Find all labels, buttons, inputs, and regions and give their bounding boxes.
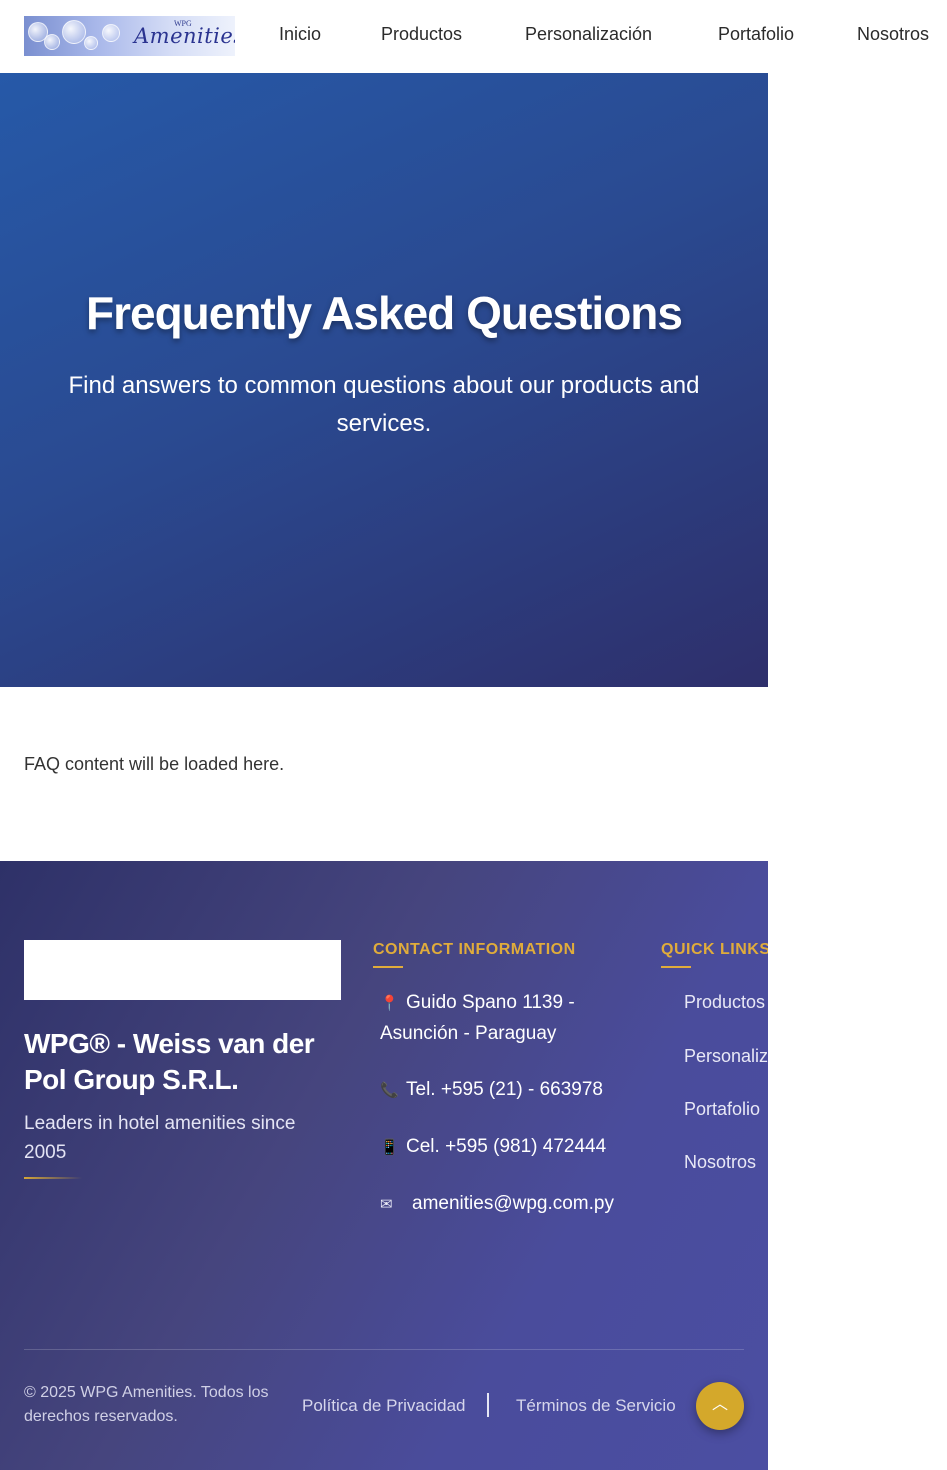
copyright-text: © 2025 WPG Amenities. Todos los derechos…	[24, 1384, 269, 1425]
contact-address: 📍 Guido Spano 1139 - Asunción - Paraguay	[380, 988, 610, 1049]
hero-subtitle: Find answers to common questions about o…	[68, 372, 700, 437]
quick-links-heading: QUICK LINKS	[661, 941, 768, 958]
envelope-icon: ✉	[380, 1196, 393, 1213]
logo-bubble	[44, 34, 60, 50]
company-tagline: Leaders in hotel amenities since 2005	[24, 1113, 296, 1163]
nav-personalizacion[interactable]: Personalización	[525, 24, 652, 45]
logo-bubble	[62, 20, 86, 44]
quick-link-productos[interactable]: Productos	[684, 992, 765, 1013]
logo-text: Amenities	[134, 24, 235, 48]
quick-link-portafolio[interactable]: Portafolio	[684, 1099, 760, 1120]
quick-link-nosotros[interactable]: Nosotros	[684, 1152, 756, 1173]
hero-title: Frequently Asked Questions	[86, 287, 683, 339]
logo-bubble	[102, 24, 120, 42]
divider	[661, 966, 691, 968]
divider	[487, 1393, 489, 1417]
cell-text: Cel. +595 (981) 472444	[406, 1136, 607, 1157]
quick-link-personalizacion[interactable]: Personalización	[684, 1046, 768, 1067]
nav-inicio[interactable]: Inicio	[279, 24, 321, 45]
map-pin-icon: 📍	[380, 995, 399, 1012]
address-text: Guido Spano 1139 - Asunción - Paraguay	[380, 992, 575, 1044]
nav-portafolio[interactable]: Portafolio	[718, 24, 794, 45]
contact-email[interactable]: ✉ amenities@wpg.com.py	[380, 1189, 614, 1220]
chevron-up-icon: ︿	[711, 1396, 728, 1413]
contact-cell[interactable]: 📱 Cel. +595 (981) 472444	[380, 1132, 606, 1163]
divider	[373, 966, 403, 968]
footer-divider	[24, 1349, 744, 1350]
email-text: amenities@wpg.com.py	[412, 1193, 614, 1214]
divider	[24, 1177, 82, 1179]
phone-icon: 📞	[380, 1082, 399, 1099]
logo-bubble	[84, 36, 98, 50]
privacy-policy-link[interactable]: Política de Privacidad	[302, 1396, 465, 1416]
terms-of-service-link[interactable]: Términos de Servicio	[516, 1396, 676, 1416]
company-name: WPG® - Weiss van der Pol Group S.R.L.	[24, 1028, 315, 1095]
contact-heading: CONTACT INFORMATION	[373, 941, 576, 958]
phone-text: Tel. +595 (21) - 663978	[406, 1079, 603, 1100]
hero-banner: Frequently Asked Questions Find answers …	[0, 73, 768, 687]
mobile-phone-icon: 📱	[380, 1139, 399, 1156]
back-to-top-button[interactable]: ︿	[696, 1382, 744, 1430]
site-footer: WPG® - Weiss van der Pol Group S.R.L. Le…	[0, 861, 768, 1470]
footer-logo	[24, 940, 341, 1000]
nav-productos[interactable]: Productos	[381, 24, 462, 45]
site-header: WPG Amenities Inicio Productos Personali…	[0, 0, 947, 72]
contact-phone[interactable]: 📞 Tel. +595 (21) - 663978	[380, 1075, 603, 1106]
site-logo[interactable]: WPG Amenities	[24, 16, 235, 56]
nav-nosotros[interactable]: Nosotros	[857, 24, 929, 45]
faq-placeholder-text: FAQ content will be loaded here.	[24, 754, 285, 774]
